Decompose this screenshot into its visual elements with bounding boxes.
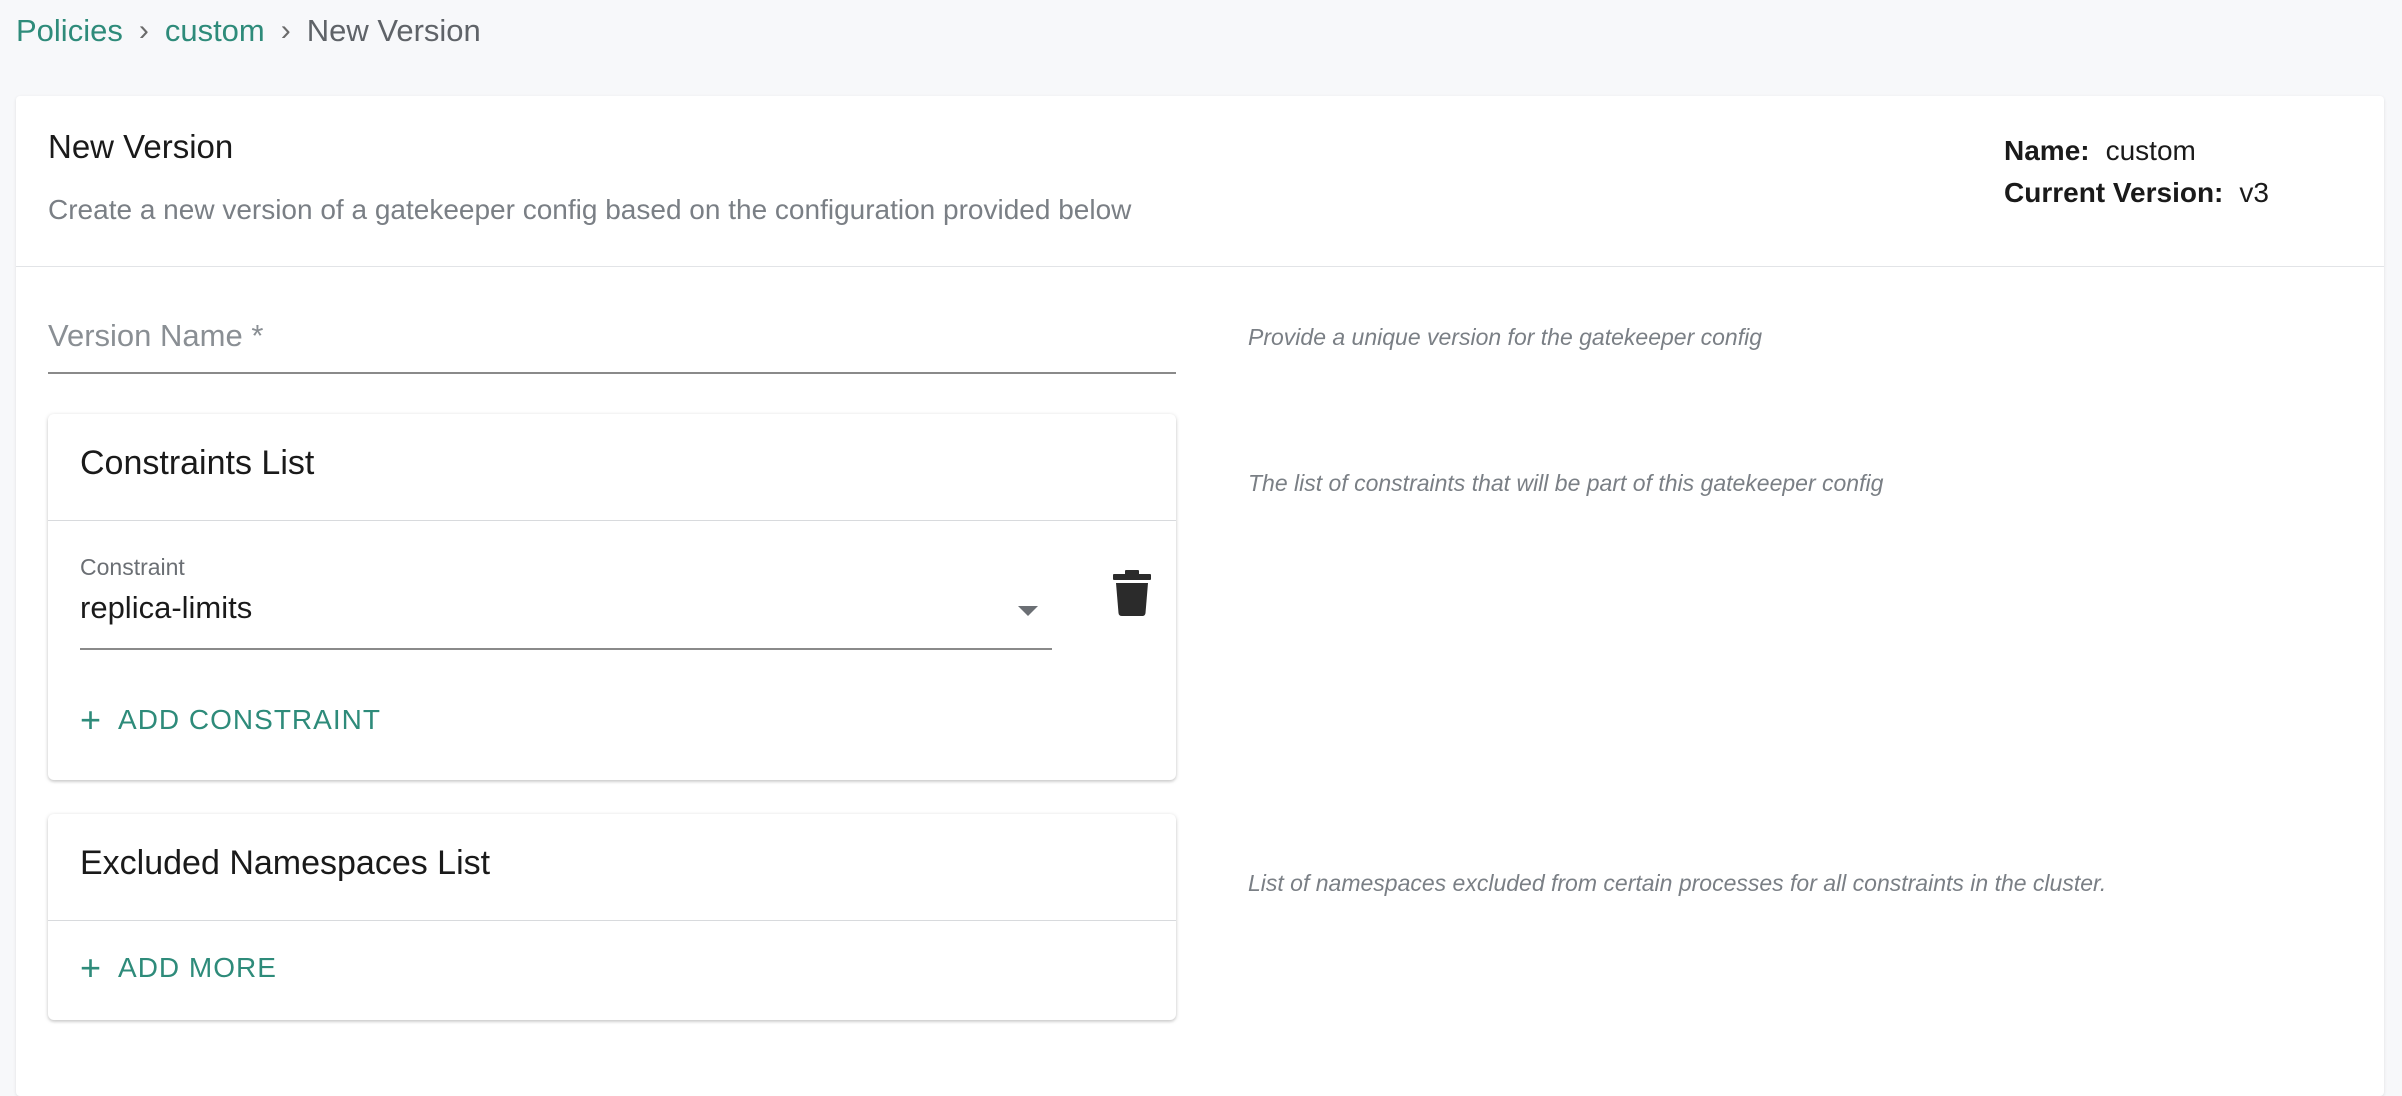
meta-version-value: v3: [2239, 177, 2269, 208]
plus-icon: +: [80, 947, 103, 988]
add-more-label: ADD MORE: [118, 952, 277, 983]
constraint-select-label: Constraint: [80, 554, 185, 580]
breadcrumb: Policies › custom › New Version: [16, 8, 481, 54]
version-name-hint: Provide a unique version for the gatekee…: [1248, 324, 1762, 350]
meta-name-label: Name:: [2004, 135, 2090, 166]
constraint-select[interactable]: Constraint replica-limits: [80, 554, 1052, 650]
excluded-namespaces-divider: [48, 920, 1176, 921]
add-more-button[interactable]: + ADD MORE: [80, 950, 277, 986]
constraints-hint: The list of constraints that will be par…: [1248, 470, 1884, 496]
excluded-namespaces-panel: Excluded Namespaces List + ADD MORE: [48, 814, 1176, 1020]
card-header: New Version Create a new version of a ga…: [16, 96, 2384, 267]
meta-version-label: Current Version:: [2004, 177, 2224, 208]
constraints-title: Constraints List: [80, 444, 315, 482]
breadcrumb-current: New Version: [306, 13, 481, 48]
constraints-panel: Constraints List Constraint replica-limi…: [48, 414, 1176, 780]
add-constraint-label: ADD CONSTRAINT: [118, 704, 381, 735]
policy-meta: Name: custom Current Version: v3: [2004, 130, 2269, 214]
excluded-namespaces-title: Excluded Namespaces List: [80, 844, 491, 882]
constraints-divider: [48, 520, 1176, 521]
meta-version-row: Current Version: v3: [2004, 172, 2269, 214]
new-version-card: New Version Create a new version of a ga…: [16, 96, 2384, 1096]
chevron-down-icon: [1018, 606, 1038, 616]
meta-name-row: Name: custom: [2004, 130, 2269, 172]
version-name-placeholder: Version Name *: [48, 318, 264, 353]
trash-icon-svg: [1113, 570, 1151, 616]
page-subtitle: Create a new version of a gatekeeper con…: [48, 194, 1132, 225]
page-title: New Version: [48, 128, 234, 165]
excluded-namespaces-hint: List of namespaces excluded from certain…: [1248, 870, 2107, 896]
breadcrumb-custom-link[interactable]: custom: [165, 13, 265, 49]
trash-icon[interactable]: [1112, 570, 1152, 616]
breadcrumb-policies-link[interactable]: Policies: [16, 13, 123, 49]
plus-icon: +: [80, 699, 103, 740]
breadcrumb-separator: ›: [138, 14, 149, 47]
breadcrumb-separator: ›: [280, 14, 291, 47]
version-name-input[interactable]: Version Name *: [48, 306, 1176, 374]
add-constraint-button[interactable]: + ADD CONSTRAINT: [80, 702, 381, 738]
constraint-select-value: replica-limits: [80, 590, 253, 625]
meta-name-value: custom: [2105, 135, 2196, 166]
